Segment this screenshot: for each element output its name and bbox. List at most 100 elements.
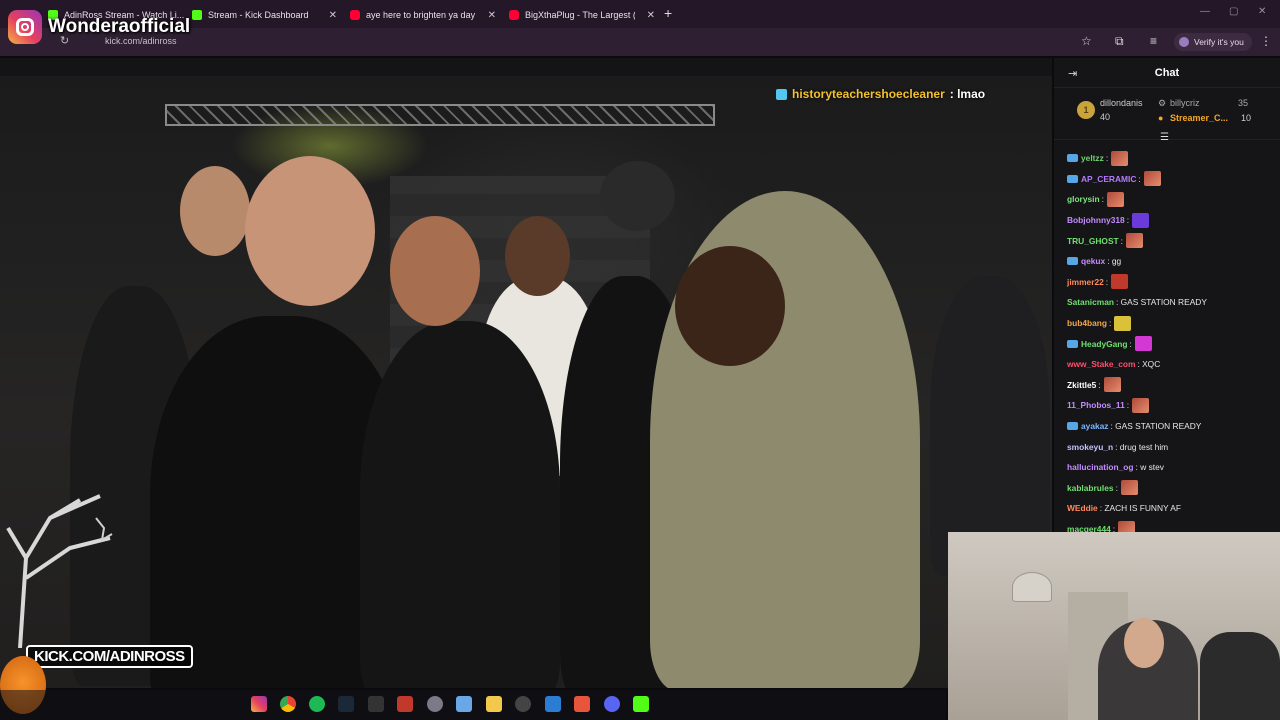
chat-username[interactable]: qekux — [1081, 256, 1105, 266]
minimize-icon[interactable]: — — [1200, 6, 1210, 17]
chat-username[interactable]: 11_Phobos_11 — [1067, 400, 1125, 410]
user-badge-icon — [1067, 422, 1078, 431]
video-chat-overlay: historyteachershoecleaner : lmao — [776, 87, 985, 101]
kick-app-icon[interactable] — [633, 696, 649, 712]
close-window-icon[interactable]: ✕ — [1258, 6, 1266, 17]
person-background — [930, 276, 1050, 576]
filter-icon[interactable]: ☰ — [1160, 132, 1169, 143]
chat-message: ayakaz: GAS STATION READY — [1067, 416, 1277, 437]
emote-icon — [1111, 150, 1129, 166]
leader-count: 35 — [1238, 98, 1249, 108]
instagram-icon — [8, 10, 42, 44]
chat-title: Chat — [1154, 67, 1180, 79]
chat-username[interactable]: kablabrules — [1067, 483, 1114, 493]
chat-username[interactable]: bub4bang — [1067, 318, 1107, 328]
stage-truss — [165, 104, 715, 126]
chat-username[interactable]: smokeyu_n — [1067, 442, 1113, 452]
tab-kick-dashboard[interactable]: Stream - Kick Dashboard ✕ — [192, 4, 337, 26]
person-left-head — [245, 156, 375, 306]
emote-icon — [1103, 377, 1121, 393]
close-tab-icon[interactable]: ✕ — [329, 10, 337, 21]
steam-icon[interactable] — [338, 696, 354, 712]
new-tab-button[interactable]: + — [664, 5, 672, 21]
chat-message: qekux: gg — [1067, 251, 1277, 272]
chat-message: Bobjohnny318: — [1067, 210, 1277, 231]
chat-username[interactable]: www_Stake_com — [1067, 359, 1135, 369]
tab-label: Stream - Kick Dashboard — [208, 10, 309, 20]
overlay-username: historyteachershoecleaner — [792, 87, 945, 101]
chat-username[interactable]: WEddie — [1067, 503, 1098, 513]
chrome-icon[interactable] — [280, 696, 296, 712]
chat-text: : — [1098, 379, 1101, 390]
bookmark-star-icon[interactable]: ☆ — [1081, 34, 1092, 48]
discord-icon[interactable] — [604, 696, 620, 712]
instagram-watermark: Wonderaofficial — [8, 8, 190, 46]
emote-icon — [1143, 171, 1161, 187]
leader-name[interactable]: Streamer_C... — [1170, 113, 1228, 123]
chat-username[interactable]: yeltzz — [1081, 153, 1104, 163]
chat-username[interactable]: jimmer22 — [1067, 277, 1104, 287]
streamlabs-icon[interactable] — [397, 696, 413, 712]
chat-username[interactable]: glorysin — [1067, 194, 1100, 204]
video-player[interactable] — [0, 58, 1052, 688]
emote-icon — [1120, 480, 1138, 496]
outlook-icon[interactable] — [545, 696, 561, 712]
chat-username[interactable]: ayakaz — [1081, 421, 1108, 431]
user-badge-icon — [1067, 339, 1078, 348]
verify-label: Verify it's you — [1194, 37, 1244, 47]
user-badge-icon — [1067, 257, 1078, 266]
chat-username[interactable]: AP_CERAMIC — [1081, 174, 1136, 184]
chat-text: : — [1129, 338, 1132, 349]
leader-name[interactable]: billycriz — [1170, 98, 1200, 108]
chat-username[interactable]: hallucination_og — [1067, 462, 1134, 472]
person-cap-head — [600, 161, 675, 231]
tab-youtube-video[interactable]: aye here to brighten ya day - Y... ✕ — [350, 4, 496, 26]
obs-icon[interactable] — [515, 696, 531, 712]
close-tab-icon[interactable]: ✕ — [647, 10, 655, 21]
user-badge-icon — [1067, 174, 1078, 183]
chat-message: Zkittle5: — [1067, 375, 1277, 396]
streamer-webcam — [948, 532, 1280, 720]
more-menu-icon[interactable]: ⋮ — [1260, 34, 1272, 48]
close-tab-icon[interactable]: ✕ — [488, 10, 496, 21]
terminal-icon[interactable] — [368, 696, 384, 712]
kick-channel-banner: KICK.COM/ADINROSS — [26, 645, 193, 668]
brave-icon[interactable] — [574, 696, 590, 712]
sticky-notes-icon[interactable] — [486, 696, 502, 712]
person-head — [505, 216, 570, 296]
chat-username[interactable]: Bobjohnny318 — [1067, 215, 1125, 225]
chat-message-list: yeltzz: AP_CERAMIC: glorysin: Bobjohnny3… — [1067, 148, 1277, 539]
chat-username[interactable]: TRU_GHOST — [1067, 236, 1119, 246]
chat-text: : — [1105, 153, 1109, 164]
settings-gear-icon[interactable] — [427, 696, 443, 712]
kick-favicon-icon — [192, 10, 202, 20]
verify-profile-button[interactable]: Verify it's you — [1174, 33, 1252, 51]
chat-text: : — [1115, 482, 1118, 493]
chat-message: jimmer22: — [1067, 272, 1277, 293]
chat-message: smokeyu_n: drug test him — [1067, 436, 1277, 457]
tab-bigxthaplug[interactable]: BigXthaPlug - The Largest (Offi... ✕ — [509, 4, 655, 26]
chat-message: 11_Phobos_11: — [1067, 395, 1277, 416]
maximize-icon[interactable]: ▢ — [1229, 6, 1238, 17]
chat-text: : — [1120, 235, 1123, 246]
stream-scene — [0, 76, 1052, 688]
chat-message: kablabrules: — [1067, 478, 1277, 499]
chat-text: : ZACH IS FUNNY AF — [1099, 503, 1181, 514]
extensions-icon[interactable]: ⧉ — [1115, 34, 1124, 49]
instagram-app-icon[interactable] — [251, 696, 267, 712]
chat-overlay-icon — [776, 88, 787, 100]
chat-username[interactable]: Zkittle5 — [1067, 380, 1096, 390]
chat-message: Satanicman: GAS STATION READY — [1067, 292, 1277, 313]
leader-count: 10 — [1241, 113, 1252, 123]
chat-text: : drug test him — [1115, 441, 1169, 452]
leader-name[interactable]: dillondanis — [1100, 98, 1143, 108]
overlay-text: : lmao — [949, 87, 986, 101]
chat-text: : GAS STATION READY — [1116, 297, 1207, 308]
media-control-icon[interactable]: ≡ — [1150, 34, 1157, 48]
chat-username[interactable]: HeadyGang — [1081, 339, 1128, 349]
chat-username[interactable]: Satanicman — [1067, 297, 1114, 307]
chat-message: TRU_GHOST: — [1067, 230, 1277, 251]
spotify-icon[interactable] — [309, 696, 325, 712]
emote-icon — [1132, 212, 1150, 228]
notepad-icon[interactable] — [456, 696, 472, 712]
